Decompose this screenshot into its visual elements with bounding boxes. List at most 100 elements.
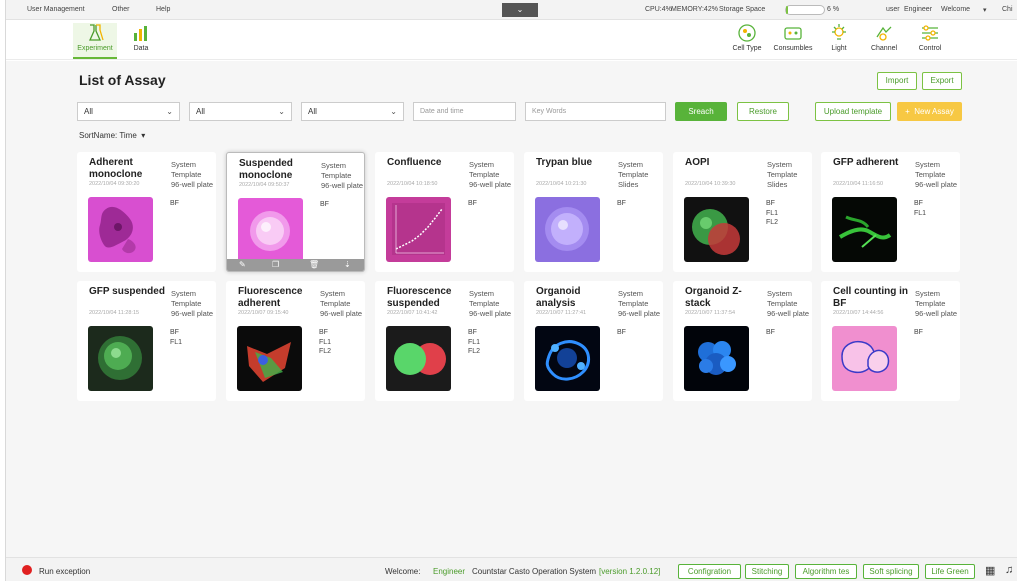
menu-other[interactable]: Other xyxy=(112,6,130,13)
filter-select-1-value: All xyxy=(84,107,93,116)
assay-type: System Template 96-well plate xyxy=(321,161,364,191)
light-label: Light xyxy=(831,45,847,52)
export-button[interactable]: Export xyxy=(922,72,962,90)
assay-card[interactable]: Suspended monoclone 2022/10/04 09:50:37 Sy… xyxy=(226,152,365,272)
storage-percent: 6 % xyxy=(827,6,840,13)
assay-date: 2022/10/07 10:41:42 xyxy=(387,310,438,316)
assay-card[interactable]: GFP suspended 2022/10/04 11:28:15 System Te… xyxy=(77,281,216,401)
assay-type-line: Template xyxy=(618,299,649,308)
assay-type-line: System xyxy=(915,289,941,298)
assay-card[interactable]: Trypan blue 2022/10/04 10:21:30 System Temp… xyxy=(524,152,663,272)
filter-select-1[interactable]: All ⌄ xyxy=(77,102,180,121)
assay-type-line: 96-well plate xyxy=(915,180,958,189)
assay-type-line: System xyxy=(171,160,197,169)
assay-card[interactable]: GFP adherent 2022/10/04 11:16:50 System Tem… xyxy=(821,152,960,272)
tab-data[interactable]: Data xyxy=(121,23,161,59)
menu-help[interactable]: Help xyxy=(156,6,170,13)
assay-card[interactable]: Confluence 2022/10/04 10:18:50 System Templ… xyxy=(375,152,514,272)
upload-template-button[interactable]: Upload template xyxy=(815,102,891,121)
language-selector[interactable]: Chi xyxy=(1002,6,1013,13)
menu-user-management[interactable]: User Management xyxy=(27,6,85,13)
assay-card[interactable]: Organoid Z-stack 2022/10/07 11:37:54 Syste… xyxy=(673,281,812,401)
assay-type-line: System xyxy=(171,289,197,298)
main-content: List of Assay Import Export All ⌄ All ⌄ Al… xyxy=(6,61,1017,557)
storage-progress-bar xyxy=(785,5,825,15)
assay-thumbnail xyxy=(684,326,749,391)
assay-type-line: 96-well plate xyxy=(618,309,661,318)
channel-icon xyxy=(876,26,892,41)
assay-date: 2022/10/07 11:37:54 xyxy=(685,310,736,316)
edit-icon[interactable]: ✎ xyxy=(239,260,246,269)
assay-type-line: Slides xyxy=(767,180,788,189)
assay-type-line: System xyxy=(767,160,793,169)
sort-control[interactable]: SortName: Time ▾ xyxy=(79,131,145,140)
assay-thumbnail xyxy=(386,197,451,262)
assay-type-line: Template xyxy=(469,299,500,308)
assay-type-line: System xyxy=(767,289,793,298)
tab-experiment[interactable]: Experiment xyxy=(73,23,117,59)
assay-type-line: 96-well plate xyxy=(767,309,810,318)
keywords-input[interactable]: Key Words xyxy=(525,102,666,121)
assay-card[interactable]: Fluorescence suspended 2022/10/07 10:41:4… xyxy=(375,281,514,401)
toolbar-light[interactable]: Light xyxy=(824,23,854,59)
light-icon xyxy=(832,24,846,40)
assay-card[interactable]: Adherent monoclone 2022/10/04 09:30:20 Sys… xyxy=(77,152,216,272)
restore-button[interactable]: Restore xyxy=(737,102,789,121)
assay-type-line: Slides xyxy=(618,180,639,189)
consumables-icon xyxy=(784,27,802,40)
chevron-down-icon: ⌄ xyxy=(390,107,397,116)
assay-card[interactable]: Fluorescence adherent 2022/10/07 09:15:40… xyxy=(226,281,365,401)
assay-name: Organoid analysis xyxy=(536,286,581,309)
channel-label: Channel xyxy=(870,45,898,52)
assay-channels: BF FL1 FL2 xyxy=(468,328,480,357)
toolbar-consumables[interactable]: Consumbles xyxy=(770,23,816,59)
toolbar-cell-type[interactable]: Cell Type xyxy=(727,23,767,59)
algorithm-test-button[interactable]: Algorithm tes xyxy=(795,564,857,579)
assay-type: System Template 96-well plate xyxy=(171,289,216,319)
system-bar: User Management Other Help ⌄ CPU:4% MEMO… xyxy=(6,0,1017,20)
toolbar-control[interactable]: Control xyxy=(912,23,948,59)
chevron-down-icon[interactable]: ⌄ xyxy=(502,3,538,17)
assay-channels: BF FL1 FL2 xyxy=(319,328,331,357)
calculator-icon[interactable]: ▦ xyxy=(985,564,995,577)
assay-type: System Template 96-well plate xyxy=(915,289,960,319)
assay-thumbnail xyxy=(832,326,897,391)
assay-date: 2022/10/04 09:30:20 xyxy=(89,181,140,187)
date-time-input[interactable]: Date and time xyxy=(413,102,516,121)
tab-data-label: Data xyxy=(133,45,149,52)
assay-channels: BF xyxy=(468,199,477,209)
download-icon[interactable]: ⇣ xyxy=(344,260,351,269)
assay-card[interactable]: AOPI 2022/10/04 10:39:30 System Template Sli… xyxy=(673,152,812,272)
control-label: Control xyxy=(918,45,942,52)
toolbar-channel[interactable]: Channel xyxy=(866,23,902,59)
assay-card[interactable]: Cell counting in BF 2022/10/07 14:44:56 Sy… xyxy=(821,281,960,401)
storage-label: Storage Space xyxy=(719,6,766,13)
assay-type-line: Template xyxy=(171,170,202,179)
assay-type: System Template 96-well plate xyxy=(915,160,960,190)
assay-date: 2022/10/07 11:27:41 xyxy=(536,310,587,316)
assay-type-line: Template xyxy=(321,171,352,180)
assay-type-line: System xyxy=(469,289,495,298)
consumables-label: Consumbles xyxy=(773,45,813,52)
delete-icon[interactable]: 🗑 xyxy=(309,260,319,269)
channel-item: BF xyxy=(766,200,775,207)
copy-icon[interactable]: ❐ xyxy=(272,260,279,269)
assay-type-line: 96-well plate xyxy=(320,309,363,318)
filter-select-3[interactable]: All ⌄ xyxy=(301,102,404,121)
chevron-down-icon: ⌄ xyxy=(166,107,173,116)
assay-card[interactable]: Organoid analysis 2022/10/07 11:27:41 Syst… xyxy=(524,281,663,401)
user-dropdown-icon[interactable]: ▾ xyxy=(983,6,987,14)
assay-channels: BF FL1 FL2 xyxy=(766,199,778,228)
assay-type: System Template Slides xyxy=(618,160,663,190)
music-icon[interactable]: ♫ xyxy=(1005,564,1013,576)
stitching-button[interactable]: Stitching xyxy=(745,564,789,579)
filter-select-2[interactable]: All ⌄ xyxy=(189,102,292,121)
new-assay-button[interactable]: + New Assay xyxy=(897,102,962,121)
soft-splicing-button[interactable]: Soft splicing xyxy=(863,564,919,579)
search-button[interactable]: Sreach xyxy=(675,102,727,121)
import-button[interactable]: Import xyxy=(877,72,917,90)
life-green-button[interactable]: Life Green xyxy=(925,564,975,579)
configration-button[interactable]: Configration xyxy=(678,564,741,579)
memory-usage: MEMORY:42% xyxy=(671,6,718,13)
system-name: Countstar Casto Operation System xyxy=(472,567,597,576)
